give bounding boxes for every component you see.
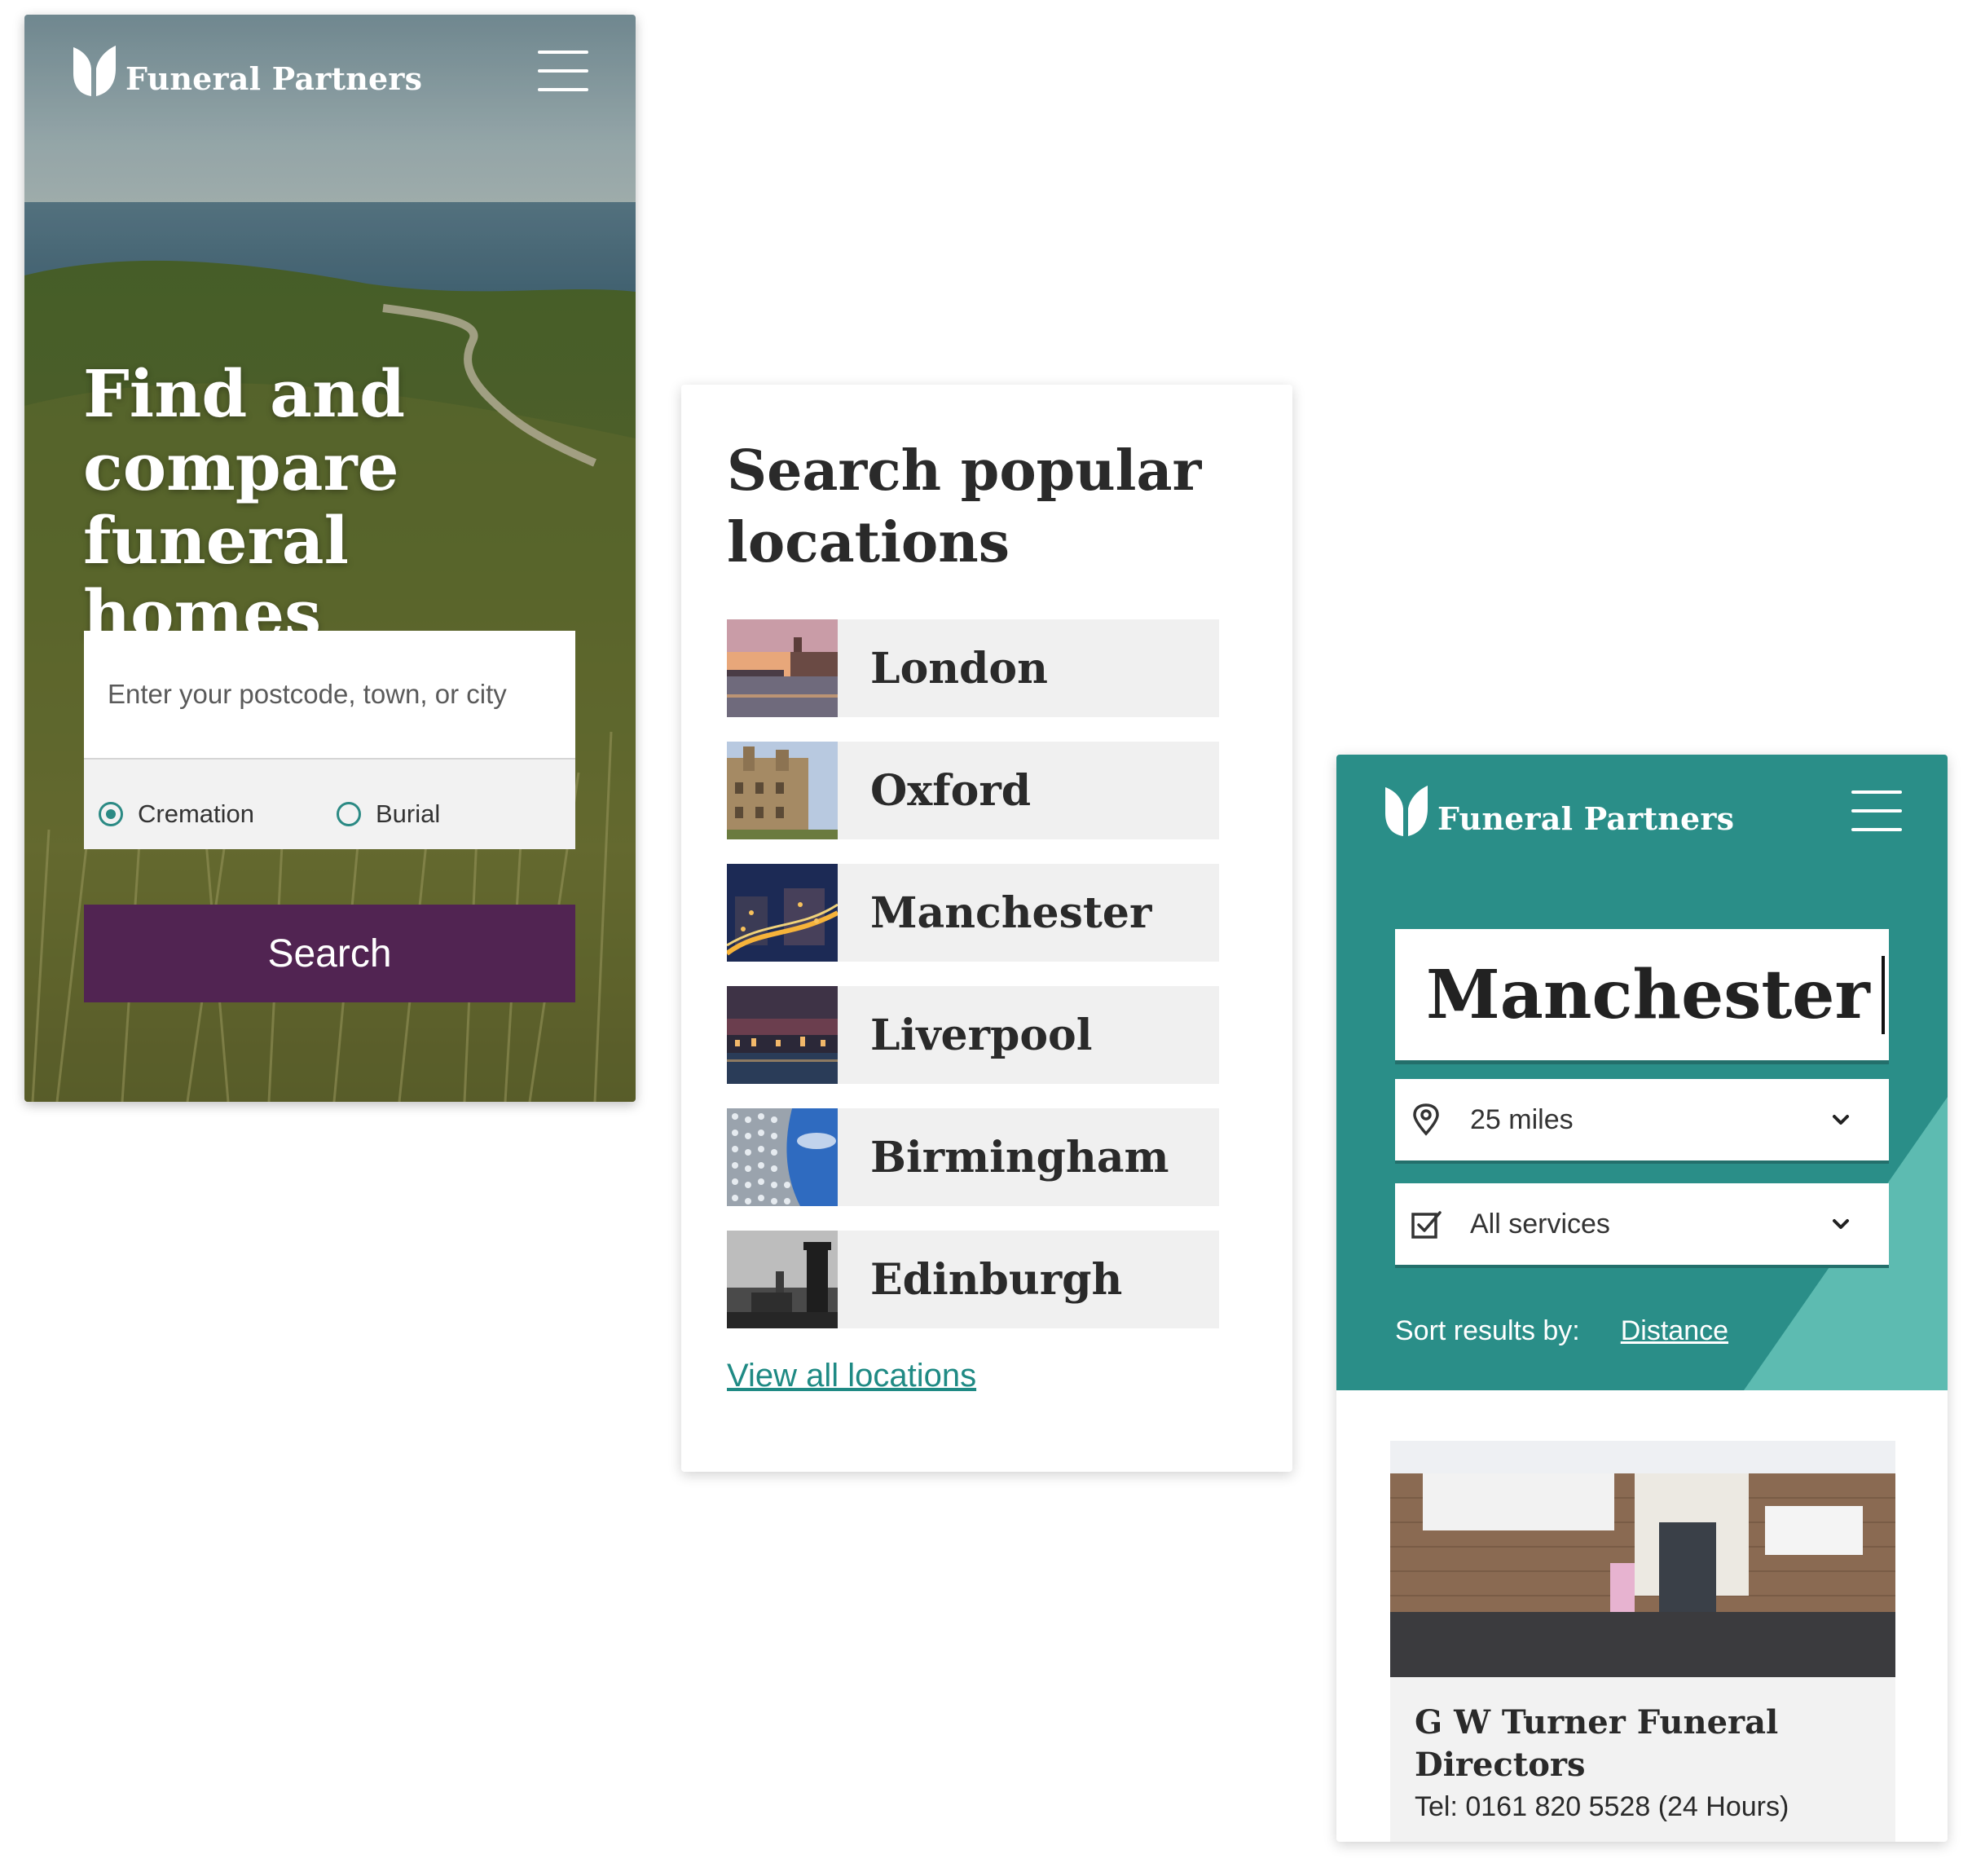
location-item-birmingham[interactable]: Birmingham <box>727 1108 1219 1206</box>
location-query-input[interactable]: Manchester <box>1395 929 1889 1064</box>
liverpool-thumbnail <box>727 986 838 1084</box>
sort-label: Sort results by: <box>1395 1315 1580 1346</box>
chevron-down-icon <box>1833 1115 1849 1125</box>
popular-locations-panel: Search popular locations London Oxford M… <box>681 385 1292 1472</box>
brand-logo[interactable]: Funeral Partners <box>72 44 422 98</box>
manchester-thumbnail <box>727 864 838 962</box>
brand-logo[interactable]: Funeral Partners <box>1384 784 1734 838</box>
location-item-london[interactable]: London <box>727 619 1219 717</box>
brand-name: Funeral Partners <box>125 59 423 97</box>
radio-unselected-icon <box>337 802 361 826</box>
radio-selected-icon <box>99 802 123 826</box>
locations-title: Search popular locations <box>727 438 1202 575</box>
funeral-home-photo <box>1390 1441 1895 1677</box>
funeral-home-name: G W Turner Funeral Directors <box>1415 1703 1779 1784</box>
checkbox-checked-icon <box>1411 1211 1442 1239</box>
sort-control: Sort results by: Distance <box>1395 1315 1728 1347</box>
radio-label: Cremation <box>138 799 254 828</box>
location-name: Oxford <box>870 765 1032 816</box>
location-name: Manchester <box>870 887 1152 938</box>
edinburgh-thumbnail <box>727 1231 838 1328</box>
decorative-diagonal-shape <box>1744 1097 1948 1390</box>
location-name: London <box>870 643 1048 694</box>
text-caret <box>1881 955 1885 1034</box>
leaf-logo-icon <box>1385 786 1428 836</box>
search-card: Cremation Burial <box>84 631 575 849</box>
search-results-panel: Funeral Partners Manchester 25 miles All… <box>1336 755 1948 1842</box>
hamburger-menu-icon[interactable] <box>538 51 588 91</box>
oxford-thumbnail <box>727 742 838 839</box>
location-item-manchester[interactable]: Manchester <box>727 864 1219 962</box>
locations-list: London Oxford Manchester Liverpool Birmi… <box>727 619 1219 1353</box>
location-name: Edinburgh <box>870 1254 1123 1305</box>
location-name: Liverpool <box>870 1010 1093 1060</box>
hamburger-menu-icon[interactable] <box>1851 790 1902 831</box>
london-thumbnail <box>727 619 838 717</box>
distance-value: 25 miles <box>1470 1103 1574 1135</box>
funeral-home-phone: Tel: 0161 820 5528 (24 Hours) <box>1415 1791 1789 1822</box>
birmingham-thumbnail <box>727 1108 838 1206</box>
chevron-down-icon <box>1833 1219 1849 1229</box>
radio-burial[interactable]: Burial <box>337 799 440 829</box>
results-header: Funeral Partners Manchester 25 miles All… <box>1336 755 1948 1390</box>
sort-by-distance-link[interactable]: Distance <box>1621 1315 1728 1347</box>
location-item-liverpool[interactable]: Liverpool <box>727 986 1219 1084</box>
search-button[interactable]: Search <box>84 905 575 1002</box>
location-pin-icon <box>1413 1103 1439 1136</box>
leaf-logo-icon <box>73 46 116 96</box>
radio-label: Burial <box>376 799 441 828</box>
result-card[interactable]: G W Turner Funeral Directors Tel: 0161 8… <box>1390 1441 1895 1842</box>
view-all-locations-link[interactable]: View all locations <box>727 1358 976 1394</box>
location-search-input[interactable] <box>84 631 575 760</box>
hero-panel: Funeral Partners Find and compare funera… <box>24 15 636 1102</box>
services-select[interactable]: All services <box>1395 1183 1889 1268</box>
location-name: Birmingham <box>870 1132 1169 1182</box>
query-text: Manchester <box>1426 955 1870 1034</box>
brand-name: Funeral Partners <box>1437 799 1735 837</box>
hero-title: Find and compare funeral homes <box>83 355 406 652</box>
radio-cremation[interactable]: Cremation <box>99 799 254 829</box>
location-item-oxford[interactable]: Oxford <box>727 742 1219 839</box>
distance-select[interactable]: 25 miles <box>1395 1079 1889 1164</box>
services-value: All services <box>1470 1208 1610 1240</box>
location-item-edinburgh[interactable]: Edinburgh <box>727 1231 1219 1328</box>
